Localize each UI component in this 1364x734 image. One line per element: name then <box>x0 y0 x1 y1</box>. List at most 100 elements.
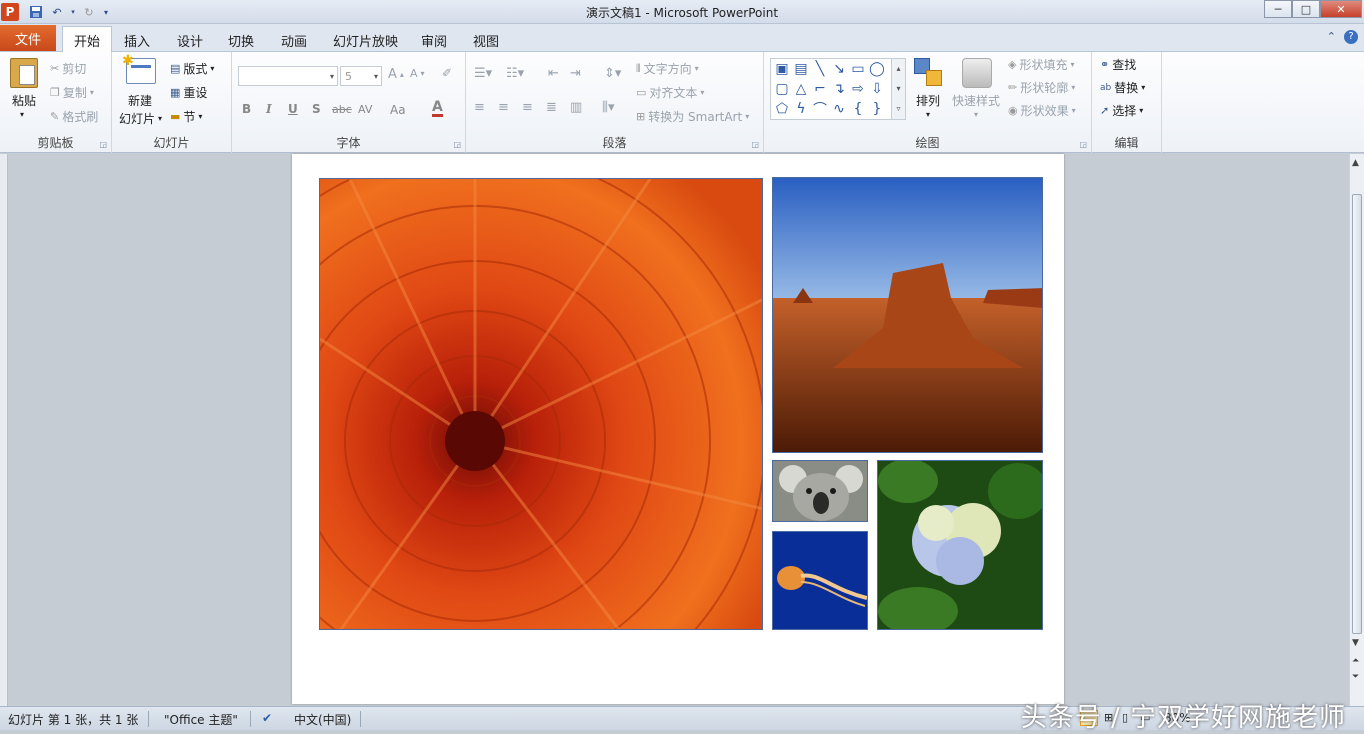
elbow-connector-shape-icon[interactable]: ⌐ <box>811 80 829 98</box>
tab-home[interactable]: 开始 <box>62 26 113 53</box>
help-icon[interactable]: ? <box>1344 30 1358 44</box>
arrange-dropdown-icon[interactable]: ▾ <box>926 110 930 119</box>
right-arrow-shape-icon[interactable]: ⇨ <box>849 80 867 98</box>
shapes-gallery[interactable]: ▣ ▤ ╲ ↘ ▭ ◯ ▢ △ ⌐ ↴ ⇨ ⇩ ⬠ ϟ ⌒ ∿ { } ▴ ▾ ▿ <box>770 58 906 120</box>
font-launcher-icon[interactable]: ◲ <box>453 140 461 149</box>
align-center-icon[interactable]: ≡ <box>498 100 509 115</box>
curve-shape-icon[interactable]: ∿ <box>830 100 848 118</box>
quick-styles-dropdown-icon[interactable]: ▾ <box>974 110 978 119</box>
tab-file[interactable]: 文件 <box>0 25 56 51</box>
vertical-textbox-shape-icon[interactable]: ▤ <box>792 60 810 78</box>
section-button[interactable]: ▬ 节 ▾ <box>170 108 202 125</box>
next-slide-icon[interactable]: ⏷ <box>1352 672 1359 682</box>
line-shape-icon[interactable]: ╲ <box>811 60 829 78</box>
layout-button[interactable]: ▤ 版式 ▾ <box>170 60 214 77</box>
triangle-shape-icon[interactable]: △ <box>792 80 810 98</box>
change-case-button[interactable]: Aa <box>390 103 406 117</box>
shrink-font-icon[interactable]: A ▾ <box>410 67 425 80</box>
down-arrow-shape-icon[interactable]: ⇩ <box>868 80 886 98</box>
copy-button[interactable]: ❐ 复制 ▾ <box>50 84 94 101</box>
lightning-shape-icon[interactable]: ϟ <box>792 100 810 118</box>
shapes-gallery-scroll[interactable]: ▴ ▾ ▿ <box>891 59 905 119</box>
previous-slide-icon[interactable]: ⏶ <box>1352 656 1359 666</box>
tab-design[interactable]: 设计 <box>166 28 214 52</box>
paste-button[interactable]: 粘贴 <box>12 92 36 109</box>
language-status[interactable]: 中文(中国) <box>294 711 351 728</box>
vertical-scrollbar[interactable]: ▲ ▼ ⏶ ⏷ <box>1349 154 1364 706</box>
smartart-button[interactable]: ⊞ 转换为 SmartArt ▾ <box>636 108 749 125</box>
clipboard-launcher-icon[interactable]: ◲ <box>99 140 107 149</box>
picture-koala[interactable] <box>772 460 868 522</box>
freeform-shape-icon[interactable]: ⬠ <box>773 100 791 118</box>
increase-indent-icon[interactable]: ⇥ <box>570 66 581 81</box>
align-left-icon[interactable]: ≡ <box>474 100 485 115</box>
paste-dropdown-icon[interactable]: ▾ <box>20 110 24 119</box>
spell-check-icon[interactable]: ✔ <box>262 711 272 725</box>
paragraph-launcher-icon[interactable]: ◲ <box>751 140 759 149</box>
bold-button[interactable]: B <box>242 102 251 116</box>
align-text-button[interactable]: ▭ 对齐文本 ▾ <box>636 84 704 101</box>
picture-chrysanthemum[interactable] <box>319 178 763 630</box>
picture-desert[interactable] <box>772 177 1043 453</box>
font-size-combo[interactable]: 5 ▾ <box>340 66 382 86</box>
bullets-icon[interactable]: ☰▾ <box>474 66 492 81</box>
font-name-combo[interactable]: ▾ <box>238 66 338 86</box>
find-button[interactable]: ⚭ 查找 <box>1100 56 1136 73</box>
align-right-icon[interactable]: ≡ <box>522 100 533 115</box>
tab-slideshow[interactable]: 幻灯片放映 <box>322 28 409 52</box>
clear-format-icon[interactable]: ✐ <box>442 66 452 80</box>
shape-fill-button[interactable]: ◈ 形状填充 ▾ <box>1008 56 1075 73</box>
minimize-ribbon-icon[interactable]: ⌃ <box>1327 30 1336 44</box>
slides-pane-collapsed[interactable] <box>0 154 8 706</box>
decrease-indent-icon[interactable]: ⇤ <box>548 66 559 81</box>
tab-animations[interactable]: 动画 <box>270 28 318 52</box>
columns-icon[interactable]: ⫼▾ <box>602 100 615 115</box>
new-slide-button[interactable]: 幻灯片 ▾ <box>119 110 162 127</box>
slide-canvas[interactable] <box>292 154 1064 704</box>
elbow-arrow-shape-icon[interactable]: ↴ <box>830 80 848 98</box>
format-painter-button[interactable]: ✎ 格式刷 <box>50 108 98 125</box>
reset-button[interactable]: ▦ 重设 <box>170 84 207 101</box>
italic-button[interactable]: I <box>266 102 272 116</box>
new-slide-label-1[interactable]: 新建 <box>128 92 152 109</box>
distribute-icon[interactable]: ▥ <box>570 100 582 115</box>
char-spacing-button[interactable]: AV <box>358 103 372 116</box>
tab-review[interactable]: 审阅 <box>410 28 458 52</box>
drawing-launcher-icon[interactable]: ◲ <box>1079 140 1087 149</box>
close-button[interactable]: ✕ <box>1320 0 1362 18</box>
arc-shape-icon[interactable]: ⌒ <box>811 100 829 118</box>
font-color-button[interactable]: A <box>432 100 443 117</box>
select-button[interactable]: ➚ 选择 ▾ <box>1100 102 1143 119</box>
line-spacing-icon[interactable]: ⇕▾ <box>604 66 621 81</box>
picture-jellyfish[interactable] <box>772 531 868 630</box>
arrow-line-shape-icon[interactable]: ↘ <box>830 60 848 78</box>
rectangle-shape-icon[interactable]: ▭ <box>849 60 867 78</box>
tab-insert[interactable]: 插入 <box>113 28 161 52</box>
justify-icon[interactable]: ≣ <box>546 100 557 115</box>
replace-button[interactable]: ab 替换 ▾ <box>1100 79 1145 96</box>
underline-button[interactable]: U <box>288 102 298 116</box>
shape-effects-button[interactable]: ◉ 形状效果 ▾ <box>1008 102 1076 119</box>
grow-font-icon[interactable]: A ▴ <box>388 67 404 82</box>
minimize-button[interactable]: ─ <box>1264 0 1292 18</box>
strikethrough-button[interactable]: abc <box>332 103 352 116</box>
scroll-up-icon[interactable]: ▲ <box>1352 158 1359 168</box>
textbox-shape-icon[interactable]: ▣ <box>773 60 791 78</box>
cut-button[interactable]: ✂ 剪切 <box>50 60 86 77</box>
rounded-rect-shape-icon[interactable]: ▢ <box>773 80 791 98</box>
scrollbar-thumb[interactable] <box>1352 194 1362 634</box>
left-brace-shape-icon[interactable]: { <box>849 100 867 118</box>
theme-status[interactable]: "Office 主题" <box>164 711 238 728</box>
oval-shape-icon[interactable]: ◯ <box>868 60 886 78</box>
quick-styles-button[interactable]: 快速样式 <box>952 92 1000 109</box>
arrange-button[interactable]: 排列 <box>916 92 940 109</box>
maximize-button[interactable]: □ <box>1292 0 1320 18</box>
text-direction-button[interactable]: ⫴ 文字方向 ▾ <box>636 60 699 77</box>
scroll-down-icon[interactable]: ▼ <box>1352 638 1359 648</box>
numbering-icon[interactable]: ☷▾ <box>506 66 524 81</box>
shadow-button[interactable]: S <box>312 102 321 116</box>
shape-outline-button[interactable]: ✏ 形状轮廓 ▾ <box>1008 79 1075 96</box>
picture-hydrangea[interactable] <box>877 460 1043 630</box>
right-brace-shape-icon[interactable]: } <box>868 100 886 118</box>
tab-transitions[interactable]: 切换 <box>217 28 265 52</box>
